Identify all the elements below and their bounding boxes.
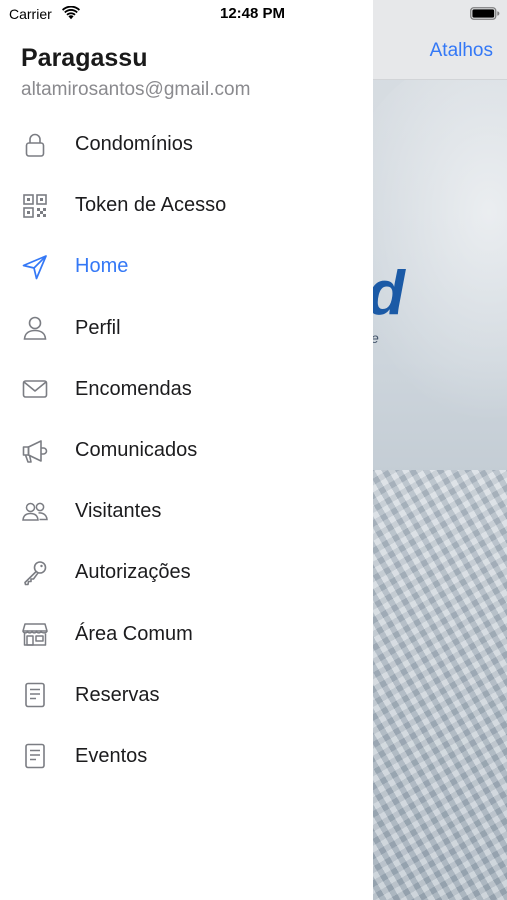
side-menu-drawer: Paragassu altamirosantos@gmail.com Condo…	[0, 0, 373, 900]
storefront-icon	[21, 620, 49, 648]
menu-item-comunicados[interactable]: Comunicados	[0, 420, 373, 481]
qr-code-icon	[21, 192, 49, 220]
background-app-view[interactable]: d e Atalhos	[373, 0, 507, 900]
menu-item-encomendas[interactable]: Encomendas	[0, 359, 373, 420]
menu-item-label: Encomendas	[75, 377, 192, 400]
background-building-graphic	[373, 470, 507, 900]
menu-item-label: Eventos	[75, 744, 148, 767]
document-icon	[21, 681, 49, 709]
profile-name: Paragassu	[21, 44, 148, 72]
menu-item-label: Perfil	[75, 316, 121, 339]
menu-item-eventos[interactable]: Eventos	[0, 726, 373, 787]
menu-item-label: Visitantes	[75, 500, 162, 523]
side-menu-list: Condomínios Token de Acesso Home Perfil …	[0, 114, 373, 787]
wifi-icon	[62, 6, 80, 20]
lock-icon	[21, 131, 49, 159]
status-time: 12:48 PM	[220, 5, 286, 22]
menu-item-home[interactable]: Home	[0, 236, 373, 297]
person-icon	[21, 314, 49, 342]
menu-item-label: Condomínios	[75, 133, 193, 156]
document-icon	[21, 742, 49, 770]
key-icon	[21, 559, 49, 587]
background-logo-subtitle-fragment: e	[373, 330, 379, 346]
menu-item-area-comum[interactable]: Área Comum	[0, 604, 373, 665]
carrier-label: Carrier	[9, 6, 52, 22]
megaphone-icon	[21, 437, 49, 465]
people-icon	[21, 498, 49, 526]
menu-item-label: Área Comum	[75, 622, 193, 645]
menu-item-label: Home	[75, 255, 129, 278]
atalhos-button[interactable]: Atalhos	[430, 40, 493, 62]
menu-item-reservas[interactable]: Reservas	[0, 665, 373, 726]
screen: d e Atalhos Carrier 12:48 PM Paragassu a…	[0, 0, 507, 900]
menu-item-label: Reservas	[75, 683, 160, 706]
menu-item-visitantes[interactable]: Visitantes	[0, 481, 373, 542]
background-logo-fragment: d	[373, 258, 405, 329]
menu-item-autorizacoes[interactable]: Autorizações	[0, 542, 373, 603]
menu-item-label: Token de Acesso	[75, 194, 227, 217]
menu-item-condominios[interactable]: Condomínios	[0, 114, 373, 175]
profile-email: altamirosantos@gmail.com	[21, 79, 251, 100]
menu-item-perfil[interactable]: Perfil	[0, 298, 373, 359]
status-bar: Carrier 12:48 PM	[0, 0, 507, 30]
background-swirl-graphic	[373, 60, 507, 440]
battery-icon	[470, 7, 500, 20]
menu-item-label: Comunicados	[75, 439, 198, 462]
menu-item-token-de-acesso[interactable]: Token de Acesso	[0, 175, 373, 236]
menu-item-label: Autorizações	[75, 561, 191, 584]
paper-plane-icon	[21, 253, 49, 281]
envelope-icon	[21, 375, 49, 403]
